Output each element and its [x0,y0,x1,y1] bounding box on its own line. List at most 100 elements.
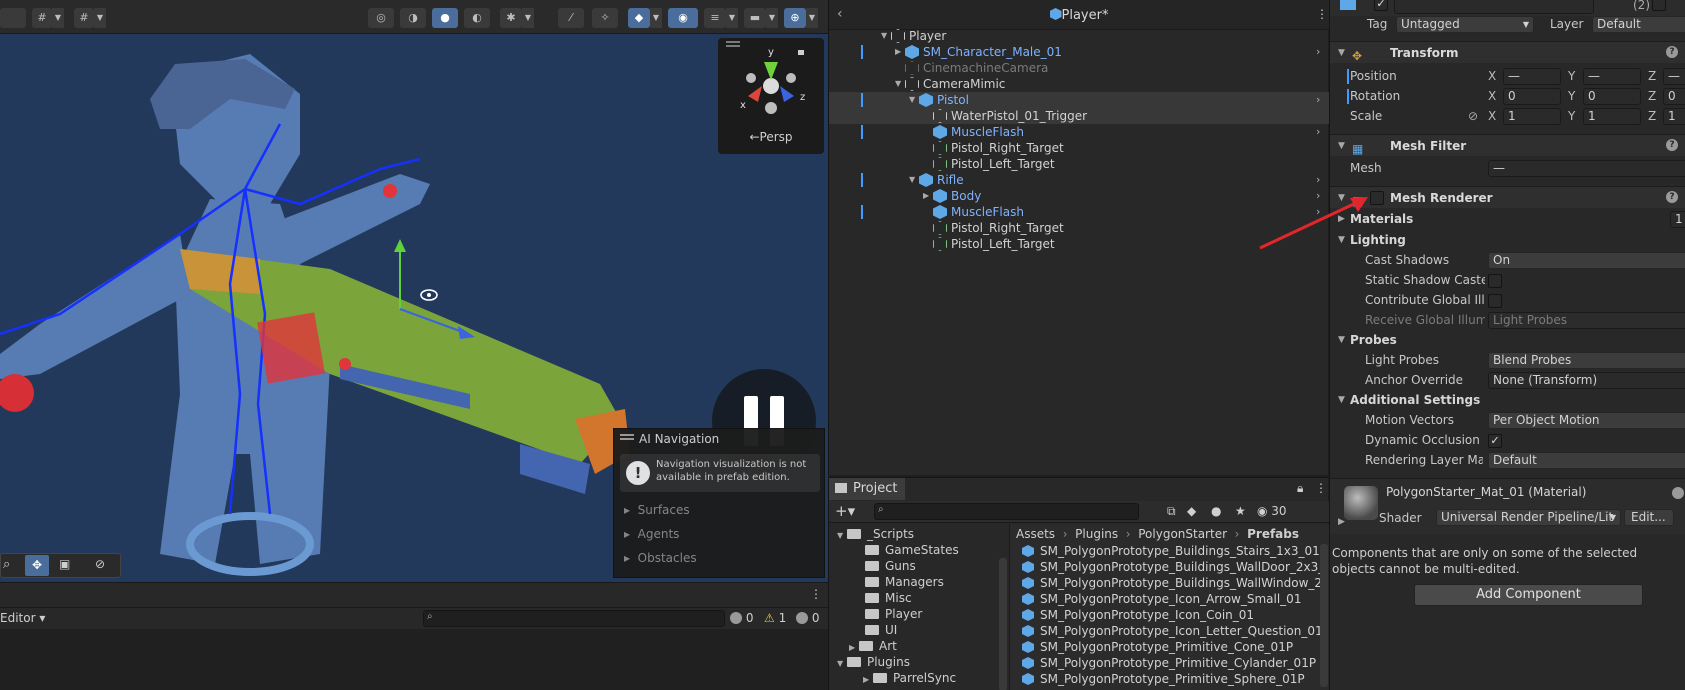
asset-item[interactable]: SM_PolygonPrototype_Primitive_Cylander_0… [1022,655,1316,671]
breadcrumb-item[interactable]: Assets [1016,527,1055,541]
position-y-field[interactable]: — [1583,68,1641,85]
transform-header[interactable]: ▼ ✥ Transform ? [1330,41,1685,63]
grid-icon[interactable]: # [74,8,94,28]
help-icon[interactable]: ? [1666,139,1678,151]
chevron-down-icon[interactable]: ▼ [522,8,534,28]
asset-item[interactable]: SM_PolygonPrototype_Buildings_WallDoor_2… [1022,559,1324,575]
asset-item[interactable]: SM_PolygonPrototype_Buildings_Stairs_1x3… [1022,543,1327,559]
expand-arrow-icon[interactable]: ▶ [1338,517,1345,527]
error-count[interactable]: 0 [796,610,819,627]
axis-gizmo-icon[interactable]: y x z [718,38,824,128]
expand-arrow-icon[interactable]: ▶ [895,44,905,60]
help-icon[interactable]: ? [1666,46,1678,58]
search-by-label-icon[interactable]: ◆ [1187,504,1196,518]
folder-scripts[interactable]: ▼ _Scripts [837,526,914,542]
hierarchy-item-pistol-left-target[interactable]: Pistol_Left_Target [829,156,1329,172]
asset-item[interactable]: SM_PolygonPrototype_Buildings_WallWindow… [1022,575,1322,591]
additional-settings-foldout[interactable]: ▼ Additional Settings [1330,391,1685,410]
rotation-x-field[interactable]: 0 [1503,88,1561,105]
info-count[interactable]: 0 [730,610,753,627]
materials-row[interactable]: ▶ Materials 1 [1330,210,1685,229]
expand-arrow-icon[interactable]: ▼ [1338,331,1345,350]
hierarchy-item-camera-mimic[interactable]: ▼ CameraMimic [829,76,1329,92]
draw-mode-unlit-icon[interactable]: ◐ [464,8,490,28]
drag-handle-icon[interactable] [620,434,634,436]
draw-mode-wire-icon[interactable]: ◎ [368,8,394,28]
chevron-down-icon[interactable]: ▼ [766,8,778,28]
asset-item[interactable]: SM_PolygonPrototype_Icon_Arrow_Small_01 [1022,591,1301,607]
folder-tree-scrollbar[interactable] [999,558,1007,690]
static-shadow-checkbox[interactable] [1488,274,1502,288]
scale-x-field[interactable]: 1 [1503,108,1561,125]
expand-arrow-icon[interactable]: ▶ [923,188,933,204]
static-checkbox[interactable] [1652,0,1666,11]
hierarchy-item-muscleflash[interactable]: MuscleFlash › [829,124,1329,140]
shader-edit-button[interactable]: Edit... [1624,509,1674,526]
info-icon[interactable]: ● [1211,504,1221,518]
ainav-item-obstacles[interactable]: ▸ Obstacles [624,551,697,565]
hierarchy-item-rifle[interactable]: ▼ Rifle › [829,172,1329,188]
constrain-proportions-icon[interactable]: ⊘ [1468,107,1478,126]
orientation-gizmo[interactable]: y x z ←Persp [718,38,824,154]
ainav-item-surfaces[interactable]: ▸ Surfaces [624,503,690,517]
chevron-down-icon[interactable]: ▼ [726,8,738,28]
tool-button[interactable] [0,8,26,28]
folder-parrelsync[interactable]: ▶ ParrelSync [863,670,956,686]
folder-misc[interactable]: Misc [865,590,912,606]
camera-tool-icon[interactable]: ▣ [59,557,70,571]
expand-arrow-icon[interactable]: ▼ [1338,391,1345,410]
search-icon[interactable]: ⌕ [3,557,10,572]
rotation-y-field[interactable]: 0 [1583,88,1641,105]
chevron-down-icon[interactable]: ▼ [650,8,662,28]
console-log-area[interactable] [0,629,828,690]
folder-ui[interactable]: UI [865,622,897,638]
gizmos-icon[interactable]: ⊕ [784,8,806,28]
position-x-field[interactable]: — [1503,68,1561,85]
project-search-input[interactable]: ⌕ [874,503,1139,520]
debug-draw-icon[interactable]: ✱ [500,8,522,28]
favorite-star-icon[interactable]: ★ [1235,504,1246,518]
ainav-item-agents[interactable]: ▸ Agents [624,527,679,541]
dynamic-occlusion-checkbox[interactable]: ✓ [1488,434,1502,448]
lighting-foldout[interactable]: ▼ Lighting [1330,231,1685,250]
editor-dropdown[interactable]: Editor ▾ [0,611,45,625]
help-icon[interactable] [1672,487,1684,499]
folder-art[interactable]: ▶ Art [849,638,897,654]
hierarchy-item-pistol-right-target[interactable]: Pistol_Right_Target [829,140,1329,156]
draw-mode-shaded-wire-icon[interactable]: ◑ [400,8,426,28]
materials-count-field[interactable]: 1 [1670,211,1685,228]
chevron-right-icon[interactable]: › [1316,44,1320,60]
persp-toggle[interactable]: ←Persp [718,130,824,144]
console-search-input[interactable]: ⌕ [423,610,725,627]
material-section[interactable]: ▶ PolygonStarter_Mat_01 (Material) Shade… [1330,478,1685,534]
scale-z-field[interactable]: 1 [1663,108,1685,125]
scene-view[interactable]: # ▼ # ▼ ◎ ◑ ● ◐ ✱ ▼ ⁄ ✧ ◆ ▼ ◉ ≡ ▼ ▬ ▼ ⊕ … [0,0,828,605]
more-options-icon[interactable]: ⋮ [1315,481,1327,495]
scale-y-field[interactable]: 1 [1583,108,1641,125]
asset-item[interactable]: SM_PolygonPrototype_Primitive_Cone_01P [1022,639,1293,655]
hierarchy-item-waterpistol-trigger[interactable]: WaterPistol_01_Trigger [829,108,1329,124]
chevron-down-icon[interactable]: ▼ [94,8,106,28]
add-component-button[interactable]: Add Component [1414,584,1643,606]
asset-item[interactable]: SM_PolygonPrototype_Primitive_Sphere_01P [1022,671,1305,687]
layer-dropdown[interactable]: Default [1592,16,1685,33]
chevron-down-icon[interactable]: ▼ [806,8,818,28]
folder-gamestates[interactable]: GameStates [865,542,959,558]
folder-managers[interactable]: Managers [865,574,944,590]
chevron-down-icon[interactable]: ▼ [52,8,64,28]
hierarchy-item-player[interactable]: ▼ Player [829,28,1329,44]
draw-mode-shaded-icon[interactable]: ● [432,8,458,28]
expand-arrow-icon[interactable]: ▼ [909,172,919,188]
active-checkbox[interactable]: ✓ [1374,0,1388,11]
lock-icon[interactable]: 🔒︎ [1297,481,1303,496]
folder-guns[interactable]: Guns [865,558,916,574]
breadcrumb-item[interactable]: PolygonStarter [1138,527,1227,541]
more-options-icon[interactable]: ⋮ [810,587,822,601]
breadcrumb-item[interactable]: Plugins [1075,527,1118,541]
position-z-field[interactable]: — [1663,68,1685,85]
move-tool-icon[interactable]: ✥ [25,555,49,576]
warning-count[interactable]: ⚠ 1 [764,610,786,627]
ai-navigation-overlay[interactable]: AI Navigation ! Navigation visualization… [613,428,825,578]
folder-plugins[interactable]: ▼ Plugins [837,654,910,670]
rotation-z-field[interactable]: 0 [1663,88,1685,105]
